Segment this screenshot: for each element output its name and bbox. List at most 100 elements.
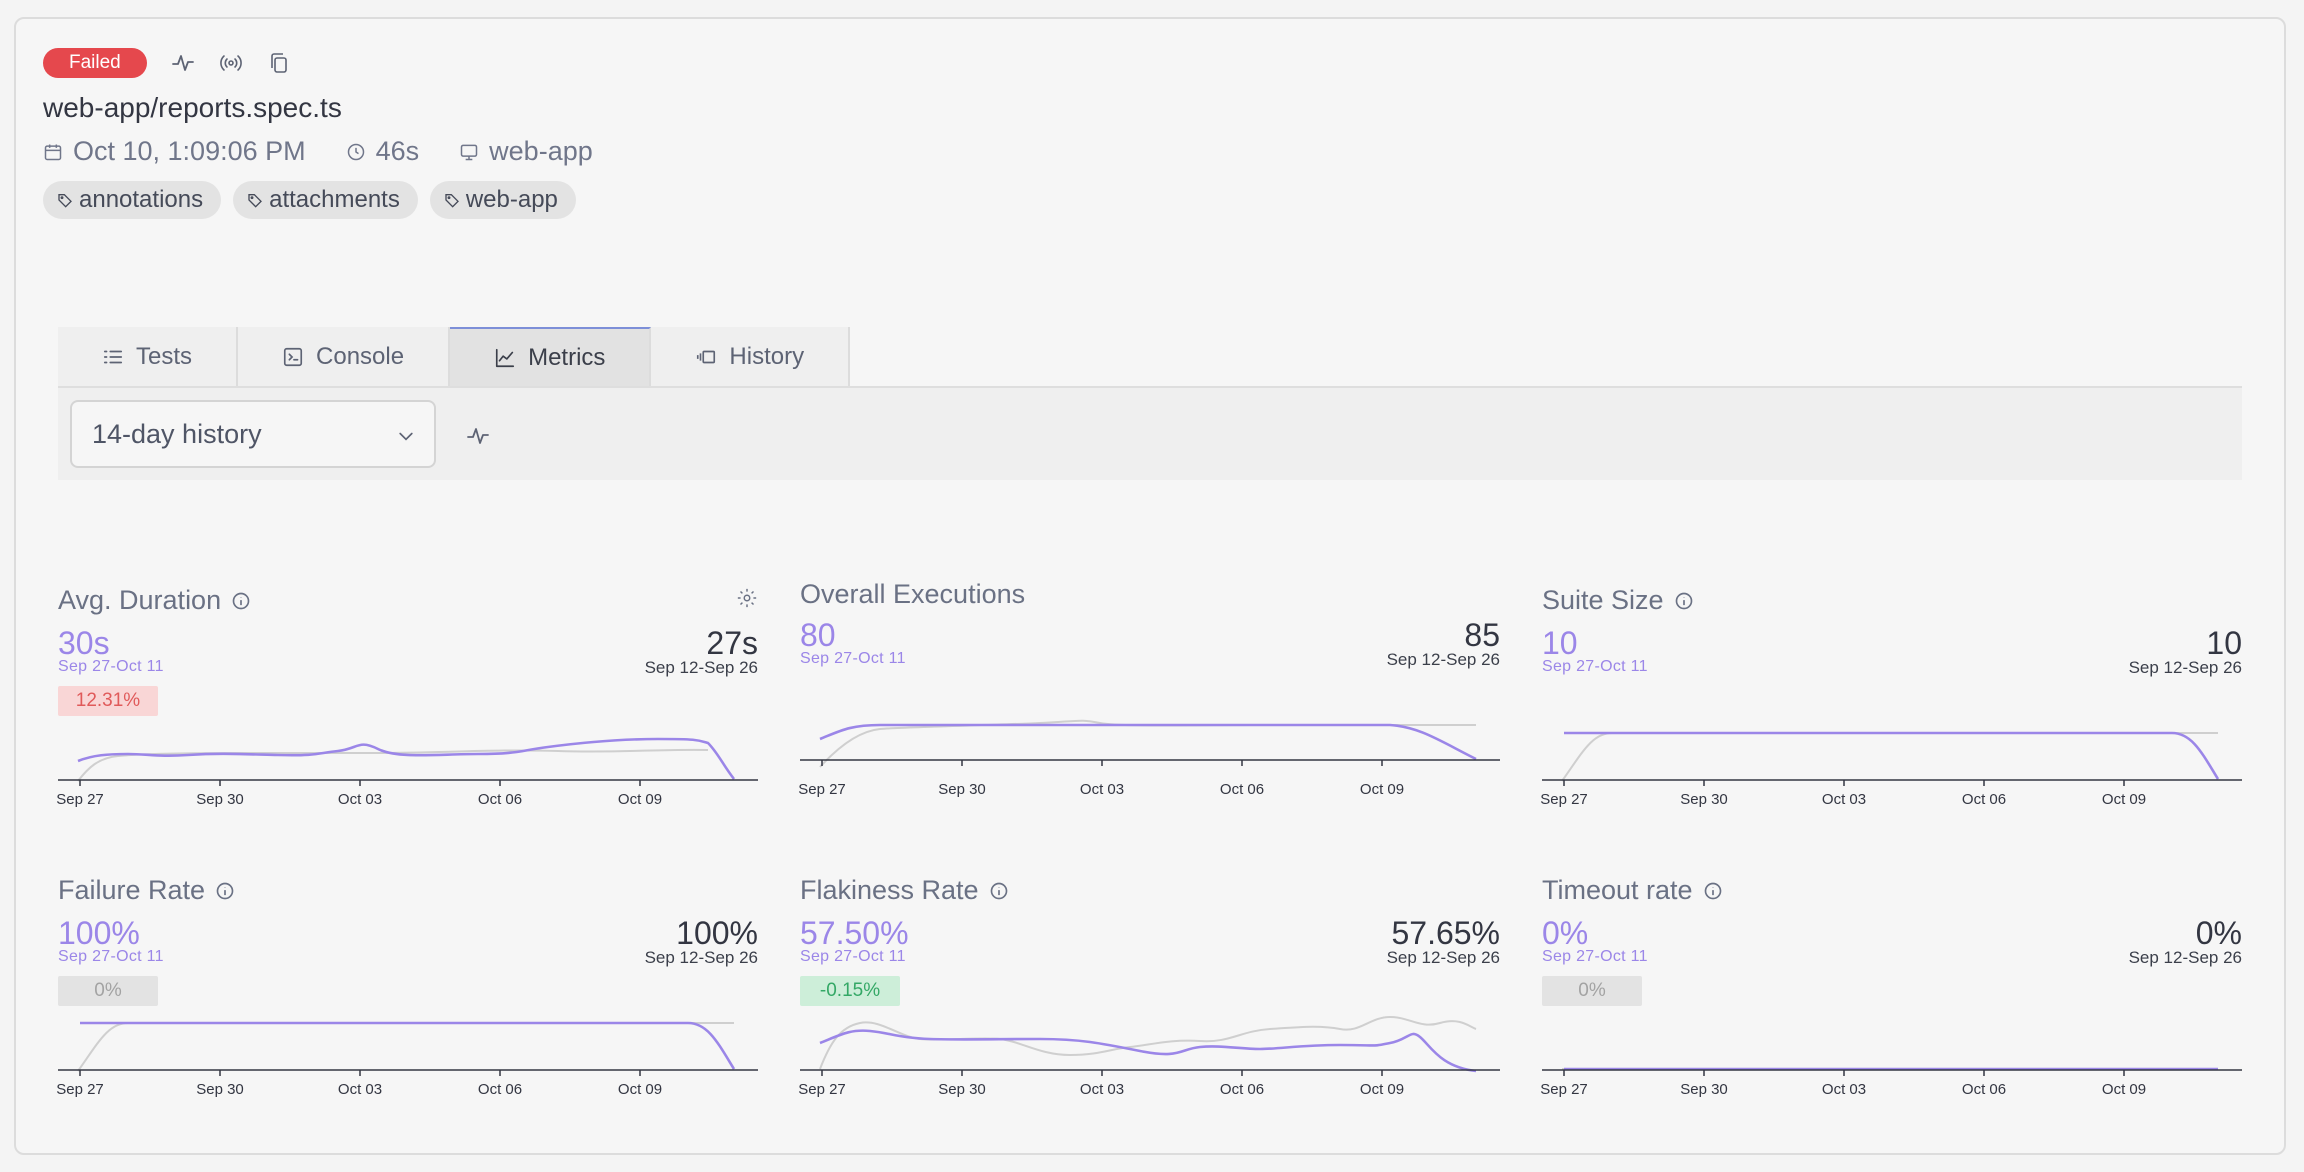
metric-title: Suite Size [1542, 585, 1694, 616]
current-range: Sep 27-Oct 11 [58, 948, 164, 965]
metric-title: Failure Rate [58, 875, 235, 906]
current-value: 80 [800, 617, 836, 653]
current-series-line [80, 1021, 736, 1070]
x-tick-label: Sep 30 [1680, 1081, 1728, 1098]
metric-card-failure-rate: Failure Rate 100% Sep 27-Oct 11 100% Sep… [56, 873, 758, 1098]
info-icon[interactable] [1703, 881, 1723, 901]
previous-value: 100% [676, 915, 758, 951]
current-series-line [77, 737, 736, 780]
clock-icon [347, 143, 364, 160]
current-value: 0% [1542, 915, 1589, 951]
previous-range: Sep 12-Sep 26 [644, 658, 758, 677]
x-tick-label: Oct 06 [1220, 781, 1264, 798]
x-tick-label: Oct 09 [2102, 1081, 2146, 1098]
x-tick-label: Oct 09 [1360, 781, 1404, 798]
tab-console[interactable]: Console [238, 327, 451, 387]
tag-icon [248, 194, 263, 208]
metric-title: Timeout rate [1542, 875, 1723, 906]
x-tick-label: Oct 06 [478, 791, 522, 808]
current-value: 30s [58, 625, 110, 661]
x-tick-label: Sep 30 [196, 791, 244, 808]
current-series-line [819, 1029, 1477, 1073]
previous-range: Sep 12-Sep 26 [1386, 650, 1500, 669]
metric-title: Flakiness Rate [800, 875, 1009, 906]
gear-icon[interactable] [736, 587, 758, 609]
delta-badge: 0% [58, 976, 158, 1006]
current-range: Sep 27-Oct 11 [1542, 658, 1648, 675]
current-range: Sep 27-Oct 11 [800, 948, 906, 965]
delta-badge: -0.15% [800, 976, 900, 1006]
x-tick-label: Sep 27 [798, 1081, 846, 1098]
x-axis-ticks [1563, 780, 2125, 786]
history-range-select[interactable]: 14-day history [70, 400, 436, 468]
info-icon[interactable] [215, 881, 235, 901]
x-tick-label: Oct 06 [1220, 1081, 1264, 1098]
x-tick-label: Sep 30 [1680, 791, 1728, 808]
previous-value: 27s [706, 625, 758, 661]
x-tick-label: Sep 27 [1540, 1081, 1588, 1098]
activity-icon[interactable] [171, 51, 195, 75]
metric-card-avg-duration: Avg. Duration 30s Sep 27-Oct 11 27s Sep … [56, 583, 758, 808]
copy-icon[interactable] [267, 51, 291, 75]
x-tick-label: Oct 03 [1822, 791, 1866, 808]
broadcast-icon[interactable] [219, 51, 243, 75]
run-header: Failed web-app/reports.spec.ts Oct 10, 1… [43, 48, 593, 219]
previous-series-line [1561, 732, 2218, 782]
previous-value: 85 [1464, 617, 1500, 653]
previous-series-line [77, 1022, 734, 1072]
x-tick-label: Sep 30 [196, 1081, 244, 1098]
x-tick-label: Oct 03 [338, 791, 382, 808]
sparkline-chart: Sep 27 Sep 30 Oct 03 Oct 06 Oct 09 [798, 719, 1500, 798]
tab-history[interactable]: History [651, 327, 851, 387]
current-range: Sep 27-Oct 11 [1542, 948, 1648, 965]
sparkline-chart: Sep 27 Sep 30 Oct 03 Oct 06 Oct 09 [56, 737, 758, 808]
x-tick-label: Oct 06 [478, 1081, 522, 1098]
x-axis-ticks [821, 760, 1383, 766]
x-tick-label: Oct 03 [1080, 781, 1124, 798]
sparkline-chart: Sep 27 Sep 30 Oct 03 Oct 06 Oct 09 [798, 1015, 1500, 1098]
x-tick-label: Oct 03 [1822, 1081, 1866, 1098]
x-tick-label: Oct 09 [618, 1081, 662, 1098]
x-axis-ticks [821, 1070, 1383, 1076]
tag-icon [58, 194, 72, 208]
history-icon [697, 350, 716, 364]
activity-icon[interactable] [466, 424, 490, 448]
sparkline-chart: Sep 27 Sep 30 Oct 03 Oct 06 Oct 09 [56, 1021, 758, 1098]
x-axis-ticks [79, 1070, 641, 1076]
list-icon [103, 350, 123, 364]
metric-card-overall-executions: Overall Executions 80 Sep 27-Oct 11 85 S… [798, 577, 1500, 798]
chart-line-icon [496, 348, 515, 368]
calendar-icon [44, 144, 62, 160]
sparkline-chart: Sep 27 Sep 30 Oct 03 Oct 06 Oct 09 [1540, 1067, 2242, 1098]
monitor-icon [460, 144, 478, 160]
previous-value: 0% [2195, 915, 2242, 951]
x-tick-label: Sep 27 [56, 791, 104, 808]
previous-range: Sep 12-Sep 26 [644, 948, 758, 967]
x-tick-label: Oct 09 [1360, 1081, 1404, 1098]
current-value: 57.50% [800, 915, 909, 951]
tag-chip[interactable]: attachments [233, 181, 418, 219]
previous-range: Sep 12-Sep 26 [2128, 658, 2242, 677]
previous-range: Sep 12-Sep 26 [2128, 948, 2242, 967]
terminal-icon [283, 347, 303, 367]
x-tick-label: Oct 09 [2102, 791, 2146, 808]
x-tick-label: Sep 30 [938, 781, 986, 798]
delta-badge: 12.31% [58, 686, 158, 716]
tag-icon [445, 194, 459, 208]
tag-chip[interactable]: web-app [429, 181, 576, 219]
info-icon[interactable] [1674, 591, 1694, 611]
spec-title: web-app/reports.spec.ts [43, 92, 342, 123]
run-date: Oct 10, 1:09:06 PM [43, 136, 306, 167]
previous-range: Sep 12-Sep 26 [1386, 948, 1500, 967]
tab-tests[interactable]: Tests [58, 327, 239, 387]
info-icon[interactable] [231, 591, 251, 611]
current-series-line [819, 723, 1477, 761]
current-value: 10 [1542, 625, 1578, 661]
delta-badge: 0% [1542, 976, 1642, 1006]
tab-metrics[interactable]: Metrics [450, 327, 652, 387]
current-range: Sep 27-Oct 11 [800, 650, 906, 667]
metric-card-flakiness-rate: Flakiness Rate 57.50% Sep 27-Oct 11 57.6… [798, 873, 1500, 1098]
info-icon[interactable] [989, 881, 1009, 901]
tag-chip[interactable]: annotations [43, 181, 222, 219]
x-axis-ticks [79, 780, 641, 786]
